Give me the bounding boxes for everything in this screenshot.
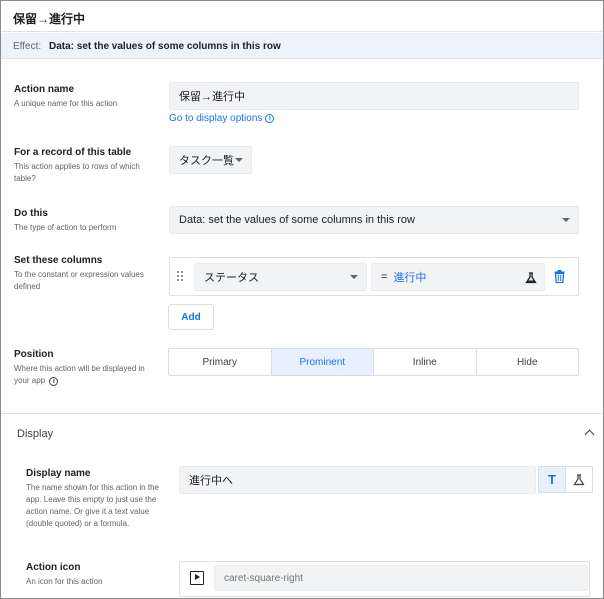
flask-icon[interactable] [525,272,537,284]
chevron-down-icon [562,218,570,222]
effect-value: Data: set the values of some columns in … [49,41,281,52]
title-bar: 保留→進行中 [1,1,603,32]
equals-sign: = [381,271,388,283]
drag-handle-icon[interactable] [177,271,185,282]
position-segmented-control: Primary Prominent Inline Hide [168,348,579,376]
column-select-value: ステータス [204,272,259,284]
position-option-prominent[interactable]: Prominent [271,349,374,375]
action-icon-label: Action icon [26,562,81,573]
display-name-label: Display name [26,468,91,479]
effect-label: Effect: [13,41,42,52]
text-mode-icon: T [548,472,556,487]
column-assignment-row: ステータス = 進行中 [169,257,579,296]
record-table-select[interactable]: タスク一覧 [169,146,252,174]
record-table-description: This action applies to rows of which tab… [14,162,140,183]
expression-mode-toggle[interactable] [565,466,593,493]
text-mode-toggle[interactable]: T [538,466,566,493]
go-to-display-options-label: Go to display options [169,113,263,124]
position-option-hide[interactable]: Hide [477,349,579,375]
chevron-up-icon[interactable] [584,429,595,440]
display-name-description: The name shown for this action in the ap… [26,483,159,528]
action-editor: 保留→進行中 Effect: Data: set the values of s… [0,0,604,599]
record-table-value: タスク一覧 [179,155,234,167]
action-name-input[interactable]: 保留→進行中 [169,82,579,110]
record-table-label: For a record of this table [14,147,132,158]
flask-icon [573,473,585,485]
action-icon-field [179,561,590,597]
add-column-button[interactable]: Add [168,304,214,330]
action-name-label: Action name [14,84,75,95]
set-columns-description: To the constant or expression values def… [14,270,144,291]
go-to-display-options-link[interactable]: Go to display options i [169,113,275,124]
position-option-primary[interactable]: Primary [169,349,272,375]
action-name-description: A unique name for this action [14,99,118,108]
position-description-text: Where this action will be displayed in y… [14,364,145,385]
action-icon-input[interactable] [214,565,588,591]
chevron-down-icon [235,158,243,162]
caret-square-right-icon [190,571,204,585]
do-this-select[interactable]: Data: set the values of some columns in … [169,206,579,234]
display-section-title[interactable]: Display [17,428,53,440]
display-name-value: 進行中へ [189,475,233,487]
position-description: Where this action will be displayed in y… [14,363,156,387]
position-option-inline[interactable]: Inline [374,349,477,375]
page-title: 保留→進行中 [13,12,86,26]
set-columns-label: Set these columns [14,255,103,266]
do-this-value: Data: set the values of some columns in … [179,214,415,226]
expression-input[interactable]: = 進行中 [371,263,545,291]
do-this-label: Do this [14,208,48,219]
display-name-input[interactable]: 進行中へ [179,466,536,494]
effect-bar: Effect: Data: set the values of some col… [1,33,603,59]
info-icon: i [265,114,275,123]
info-icon[interactable]: i [49,377,59,386]
column-select[interactable]: ステータス [194,263,367,291]
action-icon-description: An icon for this action [26,577,103,586]
do-this-description: The type of action to perform [14,223,117,232]
delete-icon[interactable] [554,270,565,283]
position-label: Position [14,349,54,360]
chevron-down-icon [350,275,358,279]
expression-value: 進行中 [393,272,427,284]
action-name-value: 保留→進行中 [179,91,245,103]
section-divider [1,413,603,414]
